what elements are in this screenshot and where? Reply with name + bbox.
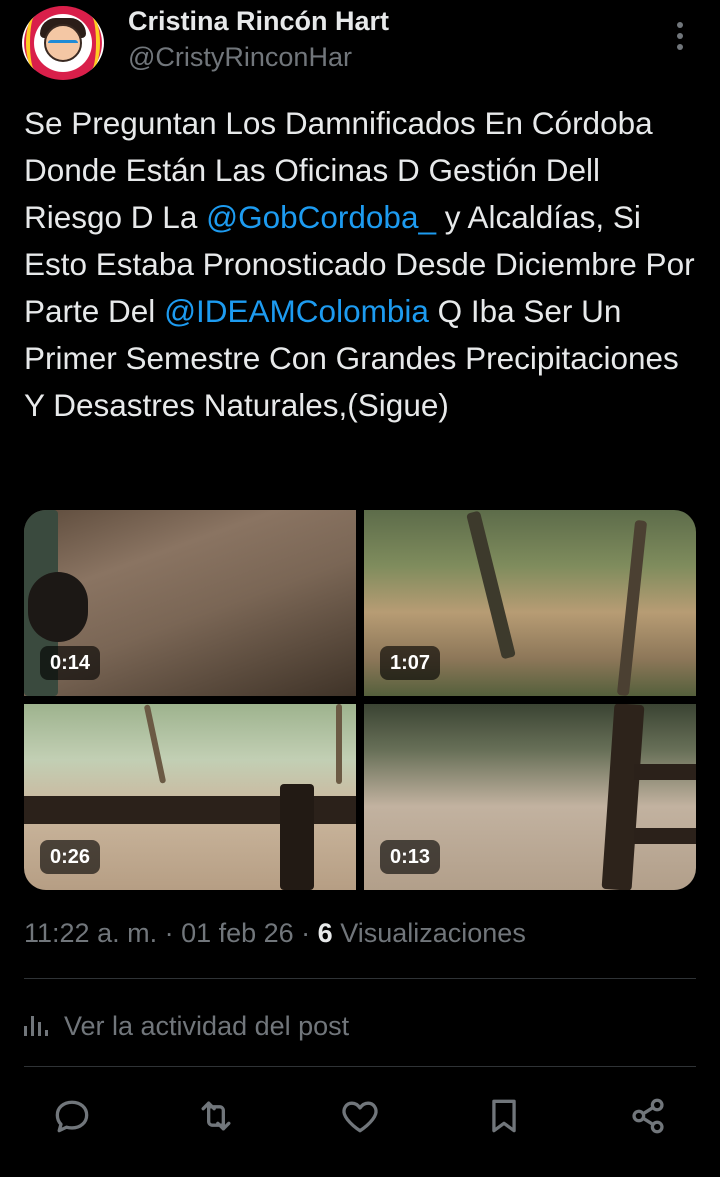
video-thumbnail[interactable]: 0:13 [364, 704, 696, 890]
mention-link[interactable]: @GobCordoba_ [206, 199, 436, 235]
video-duration: 0:14 [40, 646, 101, 680]
reply-icon[interactable] [50, 1094, 94, 1138]
video-duration: 1:07 [380, 646, 441, 680]
retweet-icon[interactable] [194, 1094, 238, 1138]
author-name[interactable]: Cristina Rincón Hart [128, 6, 389, 37]
divider [24, 978, 696, 979]
bookmark-icon[interactable] [482, 1094, 526, 1138]
analytics-icon [24, 1016, 48, 1036]
author-handle[interactable]: @CristyRinconHar [128, 42, 352, 73]
tweet-meta: 11:22 a. m. · 01 feb 26 · 6 Visualizacio… [24, 918, 526, 949]
tweet-text: Se Preguntan Los Damnificados En Córdoba… [24, 100, 704, 429]
divider [24, 1066, 696, 1067]
avatar[interactable] [22, 6, 104, 80]
views-count: 6 [317, 918, 333, 948]
video-thumbnail[interactable]: 1:07 [364, 510, 696, 696]
views-label: Visualizaciones [332, 918, 526, 948]
action-bar [0, 1090, 720, 1146]
tweet-timestamp[interactable]: 11:22 a. m. · 01 feb 26 · [24, 918, 318, 948]
mention-link[interactable]: @IDEAMColombia [164, 293, 429, 329]
video-duration: 0:26 [40, 840, 101, 874]
heart-icon[interactable] [338, 1094, 382, 1138]
more-vertical-icon[interactable] [666, 18, 694, 54]
video-duration: 0:13 [380, 840, 441, 874]
media-grid: 0:14 1:07 0:26 0:13 [24, 510, 696, 890]
view-activity-link[interactable]: Ver la actividad del post [24, 1006, 349, 1046]
view-activity-label: Ver la actividad del post [64, 1010, 350, 1041]
tweet-header: Cristina Rincón Hart @CristyRinconHar [0, 0, 720, 90]
video-thumbnail[interactable]: 0:26 [24, 704, 356, 890]
video-thumbnail[interactable]: 0:14 [24, 510, 356, 696]
share-icon[interactable] [626, 1094, 670, 1138]
